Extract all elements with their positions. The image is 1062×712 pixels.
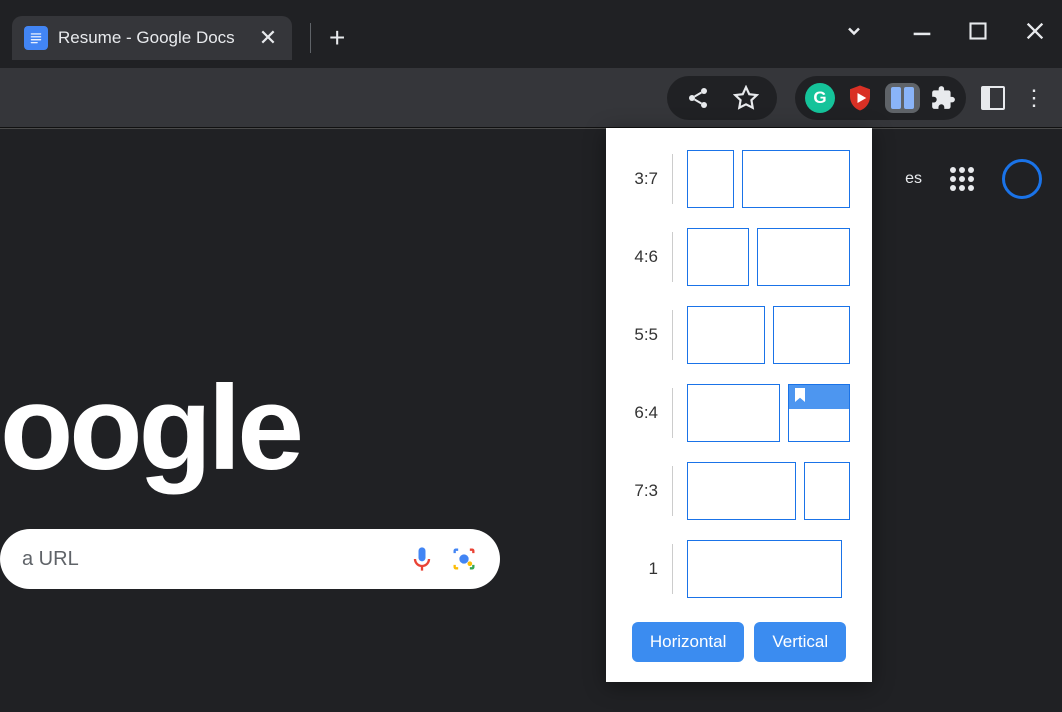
ratio-option-4-6[interactable]: 4:6	[626, 218, 852, 296]
pane-left	[687, 228, 749, 286]
omnibox-actions	[667, 76, 777, 120]
pane-left	[687, 540, 842, 598]
pane-left	[687, 462, 796, 520]
ratio-separator	[672, 232, 673, 282]
browser-toolbar: G ⋮	[0, 68, 1062, 128]
google-apps-button[interactable]	[950, 167, 974, 191]
pane-left	[687, 384, 780, 442]
tab-search-button[interactable]	[844, 21, 864, 46]
extensions-group: G	[795, 76, 966, 120]
ratio-label: 7:3	[626, 481, 658, 501]
close-window-button[interactable]	[1024, 20, 1046, 47]
dualless-popup: 3:7 4:6 5:5 6:4 7:3 1 Horizontal Vertical	[606, 128, 872, 682]
ratio-preview	[687, 384, 852, 442]
pane-right	[742, 150, 851, 208]
pane-right	[788, 384, 850, 442]
youtube-blocker-extension[interactable]	[845, 83, 875, 113]
browser-tab[interactable]: Resume - Google Docs ✕	[12, 16, 292, 60]
ratio-option-3-7[interactable]: 3:7	[626, 140, 852, 218]
share-icon[interactable]	[685, 85, 711, 111]
vertical-button[interactable]: Vertical	[754, 622, 846, 662]
ratio-preview	[687, 462, 852, 520]
ratio-preview	[687, 228, 852, 286]
google-lens-icon[interactable]	[450, 545, 478, 573]
tab-title: Resume - Google Docs	[58, 28, 246, 48]
google-search-box[interactable]: a URL	[0, 529, 500, 589]
docs-icon	[24, 26, 48, 50]
ratio-option-5-5[interactable]: 5:5	[626, 296, 852, 374]
ratio-preview	[687, 150, 852, 208]
new-tab-button[interactable]: +	[329, 22, 345, 54]
pane-right	[804, 462, 851, 520]
horizontal-button[interactable]: Horizontal	[632, 622, 745, 662]
voice-search-icon[interactable]	[408, 545, 436, 573]
maximize-button[interactable]	[968, 21, 988, 46]
ratio-option-1[interactable]: 1	[626, 530, 852, 608]
grammarly-extension[interactable]: G	[805, 83, 835, 113]
pane-left	[687, 150, 734, 208]
ratio-separator	[672, 544, 673, 594]
ratio-label: 6:4	[626, 403, 658, 423]
dualless-extension[interactable]	[885, 83, 920, 113]
popup-buttons: Horizontal Vertical	[626, 622, 852, 662]
page-content: es oogle a URL	[0, 128, 1062, 712]
account-avatar[interactable]	[1002, 159, 1042, 199]
pane-right	[757, 228, 850, 286]
ratio-label: 3:7	[626, 169, 658, 189]
extensions-button[interactable]	[930, 85, 956, 111]
ratio-preview	[687, 540, 852, 598]
pane-left	[687, 306, 765, 364]
ratio-separator	[672, 310, 673, 360]
sidepanel-icon	[981, 86, 1005, 110]
ratio-option-6-4[interactable]: 6:4	[626, 374, 852, 452]
ratio-label: 4:6	[626, 247, 658, 267]
ratio-separator	[672, 388, 673, 438]
google-logo-fragment: oogle	[0, 359, 300, 497]
ratio-preview	[687, 306, 852, 364]
tab-close-button[interactable]: ✕	[256, 25, 280, 51]
titlebar: Resume - Google Docs ✕ +	[0, 0, 1062, 68]
dualless-icon	[891, 87, 914, 109]
search-placeholder: a URL	[22, 548, 394, 571]
images-link-fragment[interactable]: es	[905, 170, 922, 188]
ratio-separator	[672, 154, 673, 204]
google-header-right: es	[905, 159, 1042, 199]
window-controls	[844, 20, 1046, 47]
tab-separator	[310, 23, 311, 53]
bookmark-star-icon[interactable]	[733, 85, 759, 111]
minimize-button[interactable]	[912, 21, 932, 46]
pane-right	[773, 306, 851, 364]
chrome-menu-button[interactable]: ⋮	[1022, 85, 1048, 111]
ratio-label: 1	[626, 559, 658, 579]
ratio-separator	[672, 466, 673, 516]
ratio-label: 5:5	[626, 325, 658, 345]
ratio-option-7-3[interactable]: 7:3	[626, 452, 852, 530]
sidepanel-button[interactable]	[980, 85, 1006, 111]
